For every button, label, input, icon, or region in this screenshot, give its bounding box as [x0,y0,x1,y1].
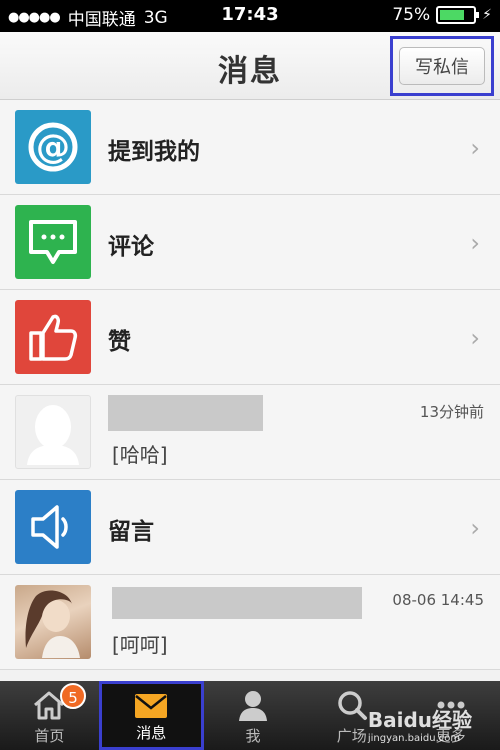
photo-avatar [15,585,91,659]
tab-label: 首页 [34,727,65,745]
battery-percent: 75% [392,5,431,25]
chevron-right-icon: › [470,134,480,162]
redacted-username [112,587,362,619]
tab-label: 我 [245,727,261,745]
list-item-mentions[interactable]: @ 提到我的 › [0,100,500,195]
chevron-right-icon: › [470,324,480,352]
list-item-label: 提到我的 [108,139,200,165]
thumbs-up-icon [15,300,91,374]
tab-home[interactable]: 5 首页 [0,681,99,750]
charging-icon: ⚡ [482,7,492,23]
list-item-label: 留言 [108,519,154,545]
search-icon [336,689,368,725]
mail-icon [133,692,169,724]
watermark: Baidu经验 jingyan.baidu.com [368,704,472,744]
tab-label: 消息 [136,724,167,742]
navigation-bar: 消息 写私信 [0,32,500,100]
battery-icon [436,6,480,24]
speaker-icon [15,490,91,564]
redacted-username [108,395,263,431]
comment-icon [15,205,91,279]
status-bar: ●●●●● 中国联通 3G 17:43 75% ⚡ [0,0,500,32]
default-avatar [15,395,91,469]
watermark-url: jingyan.baidu.com [367,733,461,744]
message-time: 13分钟前 [419,403,484,421]
watermark-brand: Baidu经验 [367,708,472,732]
message-preview: [呵呵] [112,633,168,657]
chevron-right-icon: › [470,229,480,257]
message-list: @ 提到我的 › 评论 › 赞 › 13分钟前 [哈哈] 留言 › 08-06 … [0,100,500,670]
list-item-label: 评论 [108,234,154,260]
message-time: 08-06 14:45 [392,591,484,609]
message-item[interactable]: 13分钟前 [哈哈] [0,385,500,480]
message-preview: [哈哈] [112,443,168,467]
message-item[interactable]: 08-06 14:45 [呵呵] [0,575,500,670]
list-item-likes[interactable]: 赞 › [0,290,500,385]
person-icon [238,689,268,725]
compose-highlight: 写私信 [390,36,494,96]
compose-message-button[interactable]: 写私信 [399,47,485,85]
list-item-label: 赞 [108,329,131,355]
list-item-comments[interactable]: 评论 › [0,195,500,290]
at-icon: @ [15,110,91,184]
list-item-guestbook[interactable]: 留言 › [0,480,500,575]
chevron-right-icon: › [470,514,480,542]
svg-text:@: @ [36,127,70,167]
unread-badge: 5 [60,683,86,709]
tab-messages[interactable]: 消息 [98,681,204,750]
tab-me[interactable]: 我 [204,681,303,750]
